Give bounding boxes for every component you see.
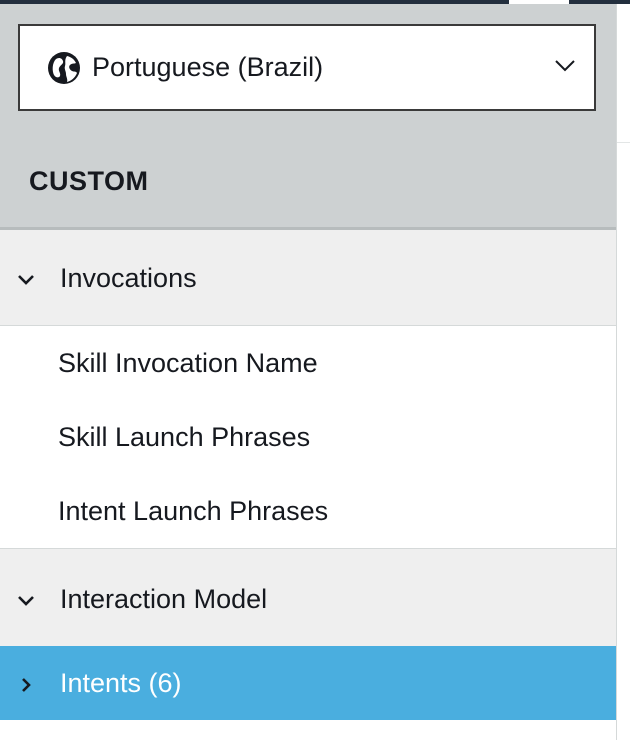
section-title: CUSTOM [29,166,149,196]
chevron-right-icon [22,678,31,692]
nav-item-label: Skill Launch Phrases [58,422,311,452]
group-interaction-model[interactable]: Interaction Model [0,548,616,647]
nav-item-label: Intents (6) [60,668,182,698]
chevron-down-icon [18,596,34,606]
group-invocations[interactable]: Invocations [0,230,616,326]
chevron-down-icon [18,275,34,285]
group-label: Invocations [60,263,197,293]
nav-item-intents[interactable]: Intents (6) [0,646,616,720]
sidebar-bottom-space [0,720,616,740]
main-content-edge [616,4,630,740]
locale-selected-value: Portuguese (Brazil) [92,52,324,82]
group-label: Interaction Model [60,584,268,614]
locale-dropdown[interactable]: Portuguese (Brazil) [18,24,596,111]
sidebar: Portuguese (Brazil) CUSTOM Invocations S… [0,4,616,740]
nav-item-skill-launch-phrases[interactable]: Skill Launch Phrases [0,400,616,474]
globe-icon [48,52,80,84]
content-divider [617,142,630,143]
nav-item-intent-launch-phrases[interactable]: Intent Launch Phrases [0,474,616,548]
nav-item-label: Intent Launch Phrases [58,496,329,526]
sidebar-header: Portuguese (Brazil) CUSTOM [0,4,616,230]
nav-item-skill-invocation-name[interactable]: Skill Invocation Name [0,326,616,400]
nav-item-label: Skill Invocation Name [58,348,318,378]
chevron-down-icon [555,60,575,72]
skill-builder-page: Portuguese (Brazil) CUSTOM Invocations S… [0,0,630,740]
